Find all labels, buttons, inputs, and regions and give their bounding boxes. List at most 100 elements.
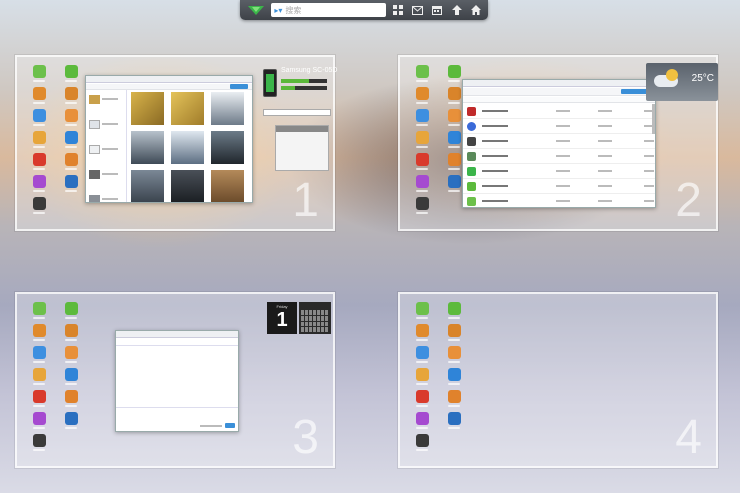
list-item[interactable]: [89, 188, 125, 202]
notes-app-icon[interactable]: [446, 87, 462, 107]
photo-thumbnail[interactable]: [211, 170, 244, 202]
notes-app-icon[interactable]: [63, 87, 79, 107]
contacts-app-icon[interactable]: [414, 87, 430, 107]
photo-thumbnail[interactable]: [211, 131, 244, 164]
window-title-bar[interactable]: [86, 76, 252, 83]
folder-app-icon[interactable]: [414, 109, 430, 129]
ringtone-app-icon[interactable]: [31, 175, 47, 195]
files-app-icon[interactable]: [63, 346, 79, 366]
photo-thumbnail[interactable]: [131, 92, 164, 125]
music-app-icon[interactable]: [31, 390, 47, 410]
list-item[interactable]: [89, 163, 125, 185]
screen-2[interactable]: 25°C 2: [398, 55, 718, 231]
contacts-app-icon[interactable]: [414, 324, 430, 344]
calendar-icon[interactable]: [429, 2, 445, 18]
table-row[interactable]: [463, 194, 655, 207]
market-app-icon[interactable]: [63, 412, 79, 432]
phone-app-icon[interactable]: [446, 302, 462, 322]
movies-app-icon[interactable]: [414, 434, 430, 454]
music-app-icon[interactable]: [414, 390, 430, 410]
table-row[interactable]: [463, 134, 655, 149]
screen-1[interactable]: Samsung SC-05D 1: [15, 55, 337, 231]
video-app-icon[interactable]: [63, 390, 79, 410]
photo-thumbnail[interactable]: [171, 170, 204, 202]
sync-app-icon[interactable]: [63, 368, 79, 388]
list-item[interactable]: [89, 138, 125, 160]
recipient-field[interactable]: [116, 339, 238, 346]
photo-manager-window[interactable]: [85, 75, 253, 203]
ringtone-app-icon[interactable]: [414, 175, 430, 195]
table-row[interactable]: [463, 164, 655, 179]
photo-thumbnail[interactable]: [131, 131, 164, 164]
device-input-bar[interactable]: [263, 109, 331, 116]
messages-app-icon[interactable]: [414, 65, 430, 85]
phone-app-icon[interactable]: [63, 65, 79, 85]
messages-app-icon[interactable]: [31, 302, 47, 322]
files-app-icon[interactable]: [446, 109, 462, 129]
movies-app-icon[interactable]: [414, 197, 430, 217]
movies-app-icon[interactable]: [31, 434, 47, 454]
video-app-icon[interactable]: [446, 390, 462, 410]
ringtone-app-icon[interactable]: [414, 412, 430, 432]
messages-app-icon[interactable]: [414, 302, 430, 322]
files-app-icon[interactable]: [63, 109, 79, 129]
sync-app-icon[interactable]: [63, 131, 79, 151]
photo-thumbnail[interactable]: [171, 92, 204, 125]
month-calendar-widget[interactable]: [299, 302, 331, 334]
sync-app-icon[interactable]: [446, 368, 462, 388]
send-button[interactable]: [225, 423, 235, 428]
home-icon[interactable]: [468, 2, 484, 18]
messages-app-icon[interactable]: [31, 65, 47, 85]
search-input[interactable]: ▸▾ 搜索: [271, 3, 387, 17]
screen-4[interactable]: 4: [398, 292, 718, 468]
photo-thumbnail[interactable]: [211, 92, 244, 125]
ringtone-app-icon[interactable]: [31, 412, 47, 432]
apps-grid-icon[interactable]: [390, 2, 406, 18]
weather-widget[interactable]: 25°C: [646, 63, 718, 101]
window-title-bar[interactable]: [116, 331, 238, 338]
upload-icon[interactable]: [449, 2, 465, 18]
table-row[interactable]: [463, 179, 655, 194]
photos-app-icon[interactable]: [31, 131, 47, 151]
notes-widget[interactable]: [275, 125, 329, 171]
search-engine-icon[interactable]: ▸▾: [274, 6, 282, 15]
phone-app-icon[interactable]: [446, 65, 462, 85]
photos-app-icon[interactable]: [414, 368, 430, 388]
table-row[interactable]: [463, 149, 655, 164]
message-window[interactable]: [115, 330, 239, 432]
date-widget[interactable]: Friday 1: [267, 302, 297, 334]
table-row[interactable]: [463, 119, 655, 134]
window-title-bar[interactable]: [463, 80, 655, 87]
logo-icon[interactable]: [244, 2, 267, 18]
notes-app-icon[interactable]: [63, 324, 79, 344]
list-item[interactable]: [89, 88, 125, 110]
folder-app-icon[interactable]: [31, 346, 47, 366]
phone-app-icon[interactable]: [63, 302, 79, 322]
video-app-icon[interactable]: [446, 153, 462, 173]
market-app-icon[interactable]: [446, 175, 462, 195]
sync-app-icon[interactable]: [446, 131, 462, 151]
screen-3[interactable]: Friday 1 3: [15, 292, 335, 468]
movies-app-icon[interactable]: [31, 197, 47, 217]
market-app-icon[interactable]: [446, 412, 462, 432]
market-app-icon[interactable]: [63, 175, 79, 195]
contacts-app-icon[interactable]: [31, 324, 47, 344]
list-item[interactable]: [89, 113, 125, 135]
scrollbar[interactable]: [652, 104, 655, 134]
device-widget[interactable]: Samsung SC-05D: [263, 65, 337, 109]
video-app-icon[interactable]: [63, 153, 79, 173]
photos-app-icon[interactable]: [31, 368, 47, 388]
folder-app-icon[interactable]: [31, 109, 47, 129]
notes-app-icon[interactable]: [446, 324, 462, 344]
music-app-icon[interactable]: [414, 153, 430, 173]
folder-app-icon[interactable]: [414, 346, 430, 366]
files-app-icon[interactable]: [446, 346, 462, 366]
photo-thumbnail[interactable]: [131, 170, 164, 202]
import-button[interactable]: [230, 84, 248, 89]
app-manager-window[interactable]: [462, 79, 656, 208]
table-row[interactable]: [463, 104, 655, 119]
music-app-icon[interactable]: [31, 153, 47, 173]
photos-app-icon[interactable]: [414, 131, 430, 151]
photo-thumbnail[interactable]: [171, 131, 204, 164]
contacts-app-icon[interactable]: [31, 87, 47, 107]
